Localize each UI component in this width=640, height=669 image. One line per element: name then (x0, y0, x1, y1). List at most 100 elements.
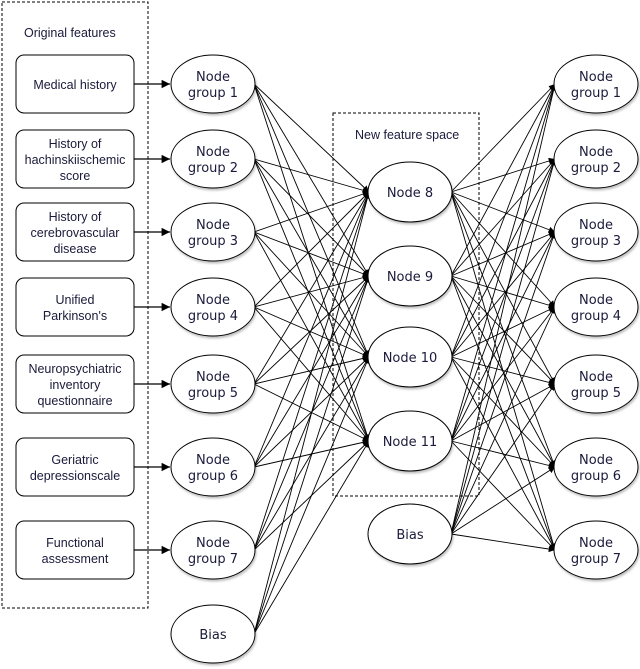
output-node: Nodegroup 5 (553, 354, 639, 414)
output-node-label: group 2 (571, 161, 621, 176)
input-node-label: Node (196, 145, 230, 160)
edge-hidden-4-to-output-5 (450, 383, 556, 442)
input-node-label: Node (196, 370, 230, 385)
network-diagram: Original features New feature space Medi… (1, 1, 639, 664)
output-node-label: group 7 (571, 552, 621, 567)
edge-hidden-1-to-output-3 (450, 191, 556, 233)
original-features-title: Original features (24, 26, 116, 40)
feature-box: Medical history (15, 54, 135, 114)
input-node-label: group 4 (188, 309, 238, 324)
input-node: Nodegroup 6 (170, 437, 256, 497)
hidden-node-label: Bias (396, 528, 423, 543)
output-node-label: group 3 (571, 234, 621, 249)
feature-label: History of (49, 137, 102, 151)
input-node: Nodegroup 4 (170, 277, 256, 337)
edge-input-4-to-hidden-3 (253, 306, 370, 358)
output-node-label: group 6 (571, 469, 621, 484)
output-node: Nodegroup 1 (553, 54, 639, 114)
feature-box: History of cerebrovascular disease (15, 202, 135, 262)
hidden-bias-node: Bias (367, 503, 453, 565)
feature-label: cerebrovascular (31, 226, 120, 240)
nodes-layer: Medical history History of hachinskiischem… (15, 54, 639, 664)
input-node-label: group 5 (188, 386, 238, 401)
edge-input-3-to-hidden-2 (253, 231, 370, 277)
input-node-label: Node (196, 453, 230, 468)
feature-box: Geriatric depressionscale (15, 437, 135, 497)
feature-box: Neuropsychiatric inventory questionnaire (15, 354, 135, 414)
feature-box: History of hachinskiischemic score (15, 129, 135, 189)
feature-box-outline (15, 437, 135, 497)
output-node-label: Node (579, 293, 613, 308)
edge-hidden-5-to-output-3 (450, 231, 556, 535)
edge-input-3-to-hidden-1 (253, 191, 370, 233)
edge-hidden-4-to-output-2 (450, 158, 556, 442)
output-node-label: Node (579, 145, 613, 160)
feature-label: assessment (42, 552, 109, 566)
edge-hidden-2-to-output-1 (450, 83, 556, 277)
edge-hidden-2-to-output-6 (450, 275, 556, 468)
hidden-node-label: Node 10 (383, 351, 438, 366)
feature-label: hachinskiischemic (25, 153, 126, 167)
edge-hidden-5-to-output-2 (450, 158, 557, 535)
hidden-node: Node 10 (367, 326, 453, 388)
input-node-label: group 1 (188, 86, 238, 101)
input-node-label: group 2 (188, 161, 238, 176)
output-node-label: Node (579, 70, 613, 85)
edge-hidden-2-to-output-3 (450, 231, 556, 277)
input-node-label: Node (196, 218, 230, 233)
edge-hidden-2-to-output-5 (450, 275, 556, 385)
input-node-label: group 3 (188, 234, 238, 249)
output-node: Nodegroup 6 (553, 437, 639, 497)
hidden-node: Node 11 (367, 410, 453, 472)
input-bias-node: Bias (170, 604, 256, 664)
feature-label: disease (53, 242, 96, 256)
feature-label: Unified (56, 293, 95, 307)
edge-hidden-5-to-output-5 (450, 383, 556, 535)
edge-hidden-5-to-output-1 (450, 83, 557, 535)
output-node: Nodegroup 3 (553, 202, 639, 262)
edge-input-4-to-hidden-2 (253, 274, 370, 308)
output-node-label: group 4 (571, 309, 621, 324)
input-node-label: Node (196, 293, 230, 308)
edge-hidden-4-to-output-6 (450, 440, 556, 469)
output-node-label: group 5 (571, 386, 621, 401)
feature-label: Geriatric (51, 453, 98, 467)
edge-hidden-5-to-output-7 (450, 533, 556, 553)
hidden-node-label: Node 11 (383, 435, 438, 450)
input-node: Nodegroup 7 (170, 520, 256, 580)
feature-box: Unified Parkinson's (15, 277, 135, 337)
feature-label: Functional (46, 536, 104, 550)
feature-label: questionnaire (37, 394, 112, 408)
hidden-node-label: Node 9 (387, 270, 433, 285)
edge-hidden-3-to-output-5 (450, 356, 556, 386)
hidden-node-label: Node 8 (387, 186, 433, 201)
feature-box-outline (15, 277, 135, 337)
feature-box-outline (15, 520, 135, 580)
output-node: Nodegroup 2 (553, 129, 639, 189)
new-feature-space-title: New feature space (355, 128, 459, 142)
hidden-node: Node 8 (367, 161, 453, 223)
edge-hidden-2-to-output-4 (450, 275, 556, 309)
input-node-label: group 7 (188, 552, 238, 567)
edge-input-7-to-hidden-3 (253, 356, 370, 551)
input-node: Nodegroup 2 (170, 129, 256, 189)
output-node-label: Node (579, 218, 613, 233)
input-node-label: Node (196, 536, 230, 551)
edge-hidden-3-to-output-4 (450, 306, 556, 358)
feature-label: inventory (50, 378, 101, 392)
feature-label: score (60, 169, 91, 183)
feature-label: depressionscale (30, 469, 120, 483)
edge-hidden-1-to-output-4 (450, 191, 556, 308)
input-node-label: group 6 (188, 469, 238, 484)
feature-label: Parkinson's (43, 309, 107, 323)
output-node-label: Node (579, 536, 613, 551)
edge-hidden-3-to-output-3 (450, 231, 556, 358)
output-node-label: Node (579, 453, 613, 468)
output-node-label: Node (579, 370, 613, 385)
feature-label: History of (49, 210, 102, 224)
output-node: Nodegroup 7 (553, 520, 639, 580)
input-node: Nodegroup 1 (170, 54, 256, 114)
input-node: Nodegroup 5 (170, 354, 256, 414)
input-node-label: Node (196, 70, 230, 85)
edge-input-8-to-hidden-4 (253, 440, 370, 635)
